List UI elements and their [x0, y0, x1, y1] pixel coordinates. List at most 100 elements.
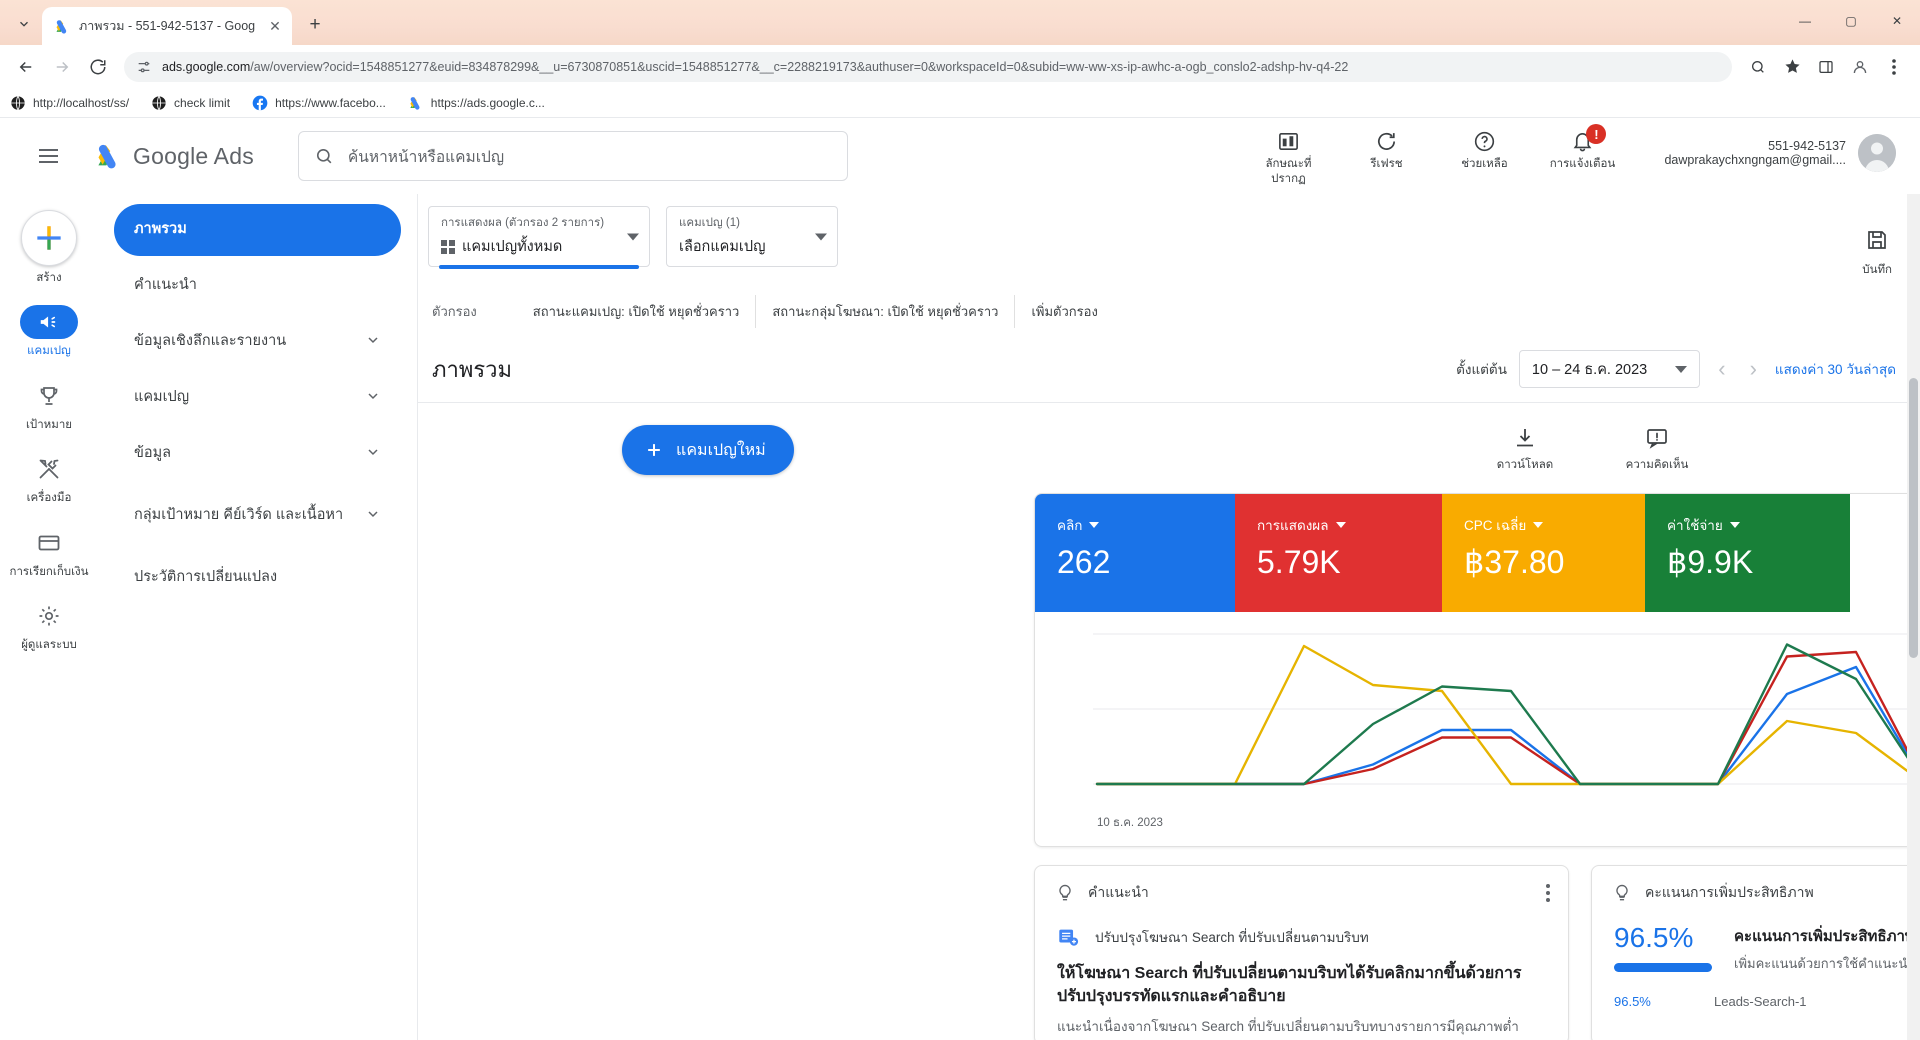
rail-label: ผู้ดูแลระบบ [21, 638, 77, 652]
sidebar-item-overview[interactable]: ภาพรวม [114, 204, 401, 256]
recommendation-item-title: ปรับปรุงโฆษณา Search ที่ปรับเปลี่ยนตามบร… [1095, 926, 1369, 948]
rail-item-campaigns[interactable]: แคมเปญ [6, 299, 92, 368]
metric-tile-clicks[interactable]: คลิก 262 [1035, 494, 1235, 612]
filter-chip-adgroup-status[interactable]: สถานะกลุ่มโฆษณา: เปิดใช้ หยุดชั่วคราว [756, 295, 1015, 328]
campaign-selector-value: เลือกแคมเปญ [679, 235, 825, 258]
browser-tab[interactable]: ภาพรวม - 551-942-5137 - Goog ✕ [42, 7, 292, 45]
lightbulb-icon [1055, 883, 1075, 903]
save-button[interactable]: บันทึก [1862, 206, 1892, 279]
main-content: การแสดงผล (ตัวกรอง 2 รายการ) แคมเปญทั้งห… [418, 118, 1920, 1040]
next-period-button[interactable]: › [1744, 356, 1763, 382]
rail-item-billing[interactable]: การเรียกเก็บเงิน [6, 520, 92, 589]
date-note[interactable]: แสดงค่า 30 วันล่าสุด [1775, 358, 1896, 380]
chevron-down-icon[interactable] [627, 233, 639, 240]
browser-toolbar: ads.google.com/aw/overview?ocid=15488512… [0, 45, 1920, 88]
sidebar-item-recommendations[interactable]: คำแนะนำ [114, 260, 401, 312]
chevron-down-icon [1675, 366, 1687, 373]
globe-icon [151, 95, 167, 111]
appearance-button[interactable]: ลักษณะที่ปรากฏ [1252, 126, 1324, 186]
metric-value: ฿37.80 [1464, 546, 1645, 578]
add-filter-button[interactable]: เพิ่มตัวกรอง [1015, 295, 1113, 328]
address-bar[interactable]: ads.google.com/aw/overview?ocid=15488512… [124, 52, 1732, 82]
date-range-selector[interactable]: 10 – 24 ธ.ค. 2023 [1519, 350, 1700, 388]
metric-label-row: คลิก [1057, 514, 1235, 536]
optimization-score-value: 96.5% [1614, 924, 1712, 952]
card-options-icon[interactable] [1546, 884, 1550, 902]
date-range-value: 10 – 24 ธ.ค. 2023 [1532, 358, 1647, 381]
window-close-icon[interactable]: ✕ [1874, 4, 1920, 38]
rail-item-create[interactable]: สร้าง [6, 204, 92, 295]
bookmark-item[interactable]: https://www.facebo... [252, 95, 386, 111]
campaign-selector[interactable]: แคมเปญ (1) เลือกแคมเปญ [666, 206, 838, 267]
metric-tile-impressions[interactable]: การแสดงผล 5.79K [1235, 494, 1442, 612]
optimization-campaign-row[interactable]: 96.5% Leads-Search-1 → [1592, 974, 1920, 1010]
bookmarks-bar: http://localhost/ss/ check limit https:/… [0, 88, 1920, 118]
feedback-button[interactable]: ความคิดเห็น [1614, 426, 1700, 474]
sidebar-item-campaigns[interactable]: แคมเปญ [114, 372, 401, 424]
split-view-icon[interactable] [1810, 51, 1842, 83]
refresh-button[interactable]: รีเฟรช [1350, 126, 1422, 171]
site-settings-icon[interactable] [136, 59, 152, 75]
new-campaign-button[interactable]: แคมเปญใหม่ [622, 425, 794, 475]
search-input[interactable]: ค้นหาหน้าหรือแคมเปญ [298, 131, 848, 181]
view-selector-value: แคมเปญทั้งหมด [462, 235, 562, 258]
view-selector[interactable]: การแสดงผล (ตัวกรอง 2 รายการ) แคมเปญทั้งห… [428, 206, 650, 267]
chevron-down-icon [1730, 522, 1740, 528]
maximize-icon[interactable]: ▢ [1828, 4, 1874, 38]
notifications-button[interactable]: ! การแจ้งเตือน [1546, 126, 1618, 171]
minimize-icon[interactable]: — [1782, 4, 1828, 38]
notifications-label: การแจ้งเตือน [1550, 157, 1616, 171]
filter-chip-campaign-status[interactable]: สถานะแคมเปญ: เปิดใช้ หยุดชั่วคราว [517, 295, 757, 328]
recommendation-item-row[interactable]: ปรับปรุงโฆษณา Search ที่ปรับเปลี่ยนตามบร… [1035, 904, 1568, 948]
avatar[interactable] [1858, 134, 1896, 172]
admin-gear-icon [20, 599, 78, 633]
back-icon[interactable] [10, 51, 42, 83]
new-tab-icon[interactable]: + [300, 10, 330, 40]
url-host: ads.google.com [162, 60, 250, 74]
help-button[interactable]: ช่วยเหลือ [1448, 126, 1520, 171]
download-button[interactable]: ดาวน์โหลด [1482, 426, 1568, 474]
metric-value: 5.79K [1257, 546, 1442, 578]
profile-icon[interactable] [1844, 51, 1876, 83]
bookmark-item[interactable]: https://ads.google.c... [408, 95, 545, 111]
optimization-score-title-text: คะแนนการเพิ่มประสิทธิภาพ [1734, 924, 1915, 948]
prev-period-button[interactable]: ‹ [1712, 356, 1731, 382]
account-info[interactable]: 551-942-5137 dawprakaychxngngam@gmail...… [1664, 126, 1896, 172]
plus-icon [21, 210, 77, 266]
metric-tiles: คลิก 262 การแสดงผล 5.79K [1035, 494, 1920, 612]
metric-label-row: CPC เฉลี่ย [1464, 514, 1645, 536]
bookmark-item[interactable]: check limit [151, 95, 230, 111]
tab-list-chevron-icon[interactable] [6, 6, 42, 42]
chrome-menu-icon[interactable] [1878, 51, 1910, 83]
sidebar-item-label: ข้อมูล [134, 445, 171, 463]
feedback-icon [1645, 426, 1669, 450]
brand[interactable]: Google Ads [94, 141, 254, 171]
bookmark-item[interactable]: http://localhost/ss/ [10, 95, 129, 111]
sidebar-item-data[interactable]: ข้อมูล [114, 428, 401, 480]
rail-label: เครื่องมือ [27, 491, 72, 505]
metric-tile-cost[interactable]: ค่าใช้จ่าย ฿9.9K [1645, 494, 1850, 612]
zoom-icon[interactable] [1742, 51, 1774, 83]
google-ads-app: Google Ads ค้นหาหน้าหรือแคมเปญ ลักษณะที่… [0, 118, 1920, 1040]
rail-item-admin[interactable]: ผู้ดูแลระบบ [6, 593, 92, 662]
performance-chart-card: คลิก 262 การแสดงผล 5.79K [1034, 493, 1920, 847]
scrollbar-thumb[interactable] [1909, 378, 1918, 658]
sidebar-item-insights-reports[interactable]: ข้อมูลเชิงลึกและรายงาน [114, 316, 401, 368]
metric-tile-avg-cpc[interactable]: CPC เฉลี่ย ฿37.80 [1442, 494, 1645, 612]
chart-x-start-label: 10 ธ.ค. 2023 [1097, 814, 1163, 832]
rail-item-tools[interactable]: เครื่องมือ [6, 446, 92, 515]
new-campaign-label: แคมเปญใหม่ [676, 438, 766, 463]
help-icon [1473, 130, 1496, 153]
reload-icon[interactable] [82, 51, 114, 83]
sidebar-item-audiences-keywords-content[interactable]: กลุ่มเป้าหมาย คีย์เวิร์ด และเนื้อหา [114, 484, 401, 548]
menu-icon[interactable] [24, 132, 72, 180]
section-nav: ภาพรวม คำแนะนำ ข้อมูลเชิงลึกและรายงาน แค… [98, 118, 418, 1040]
optimization-score-bar [1614, 963, 1712, 972]
chevron-down-icon[interactable] [815, 233, 827, 240]
bookmark-star-icon[interactable] [1776, 51, 1808, 83]
url-text: ads.google.com/aw/overview?ocid=15488512… [162, 60, 1718, 74]
chevron-down-icon [1533, 522, 1543, 528]
sidebar-item-change-history[interactable]: ประวัติการเปลี่ยนแปลง [114, 552, 401, 604]
rail-item-goals[interactable]: เป้าหมาย [6, 373, 92, 442]
close-icon[interactable]: ✕ [266, 17, 284, 35]
